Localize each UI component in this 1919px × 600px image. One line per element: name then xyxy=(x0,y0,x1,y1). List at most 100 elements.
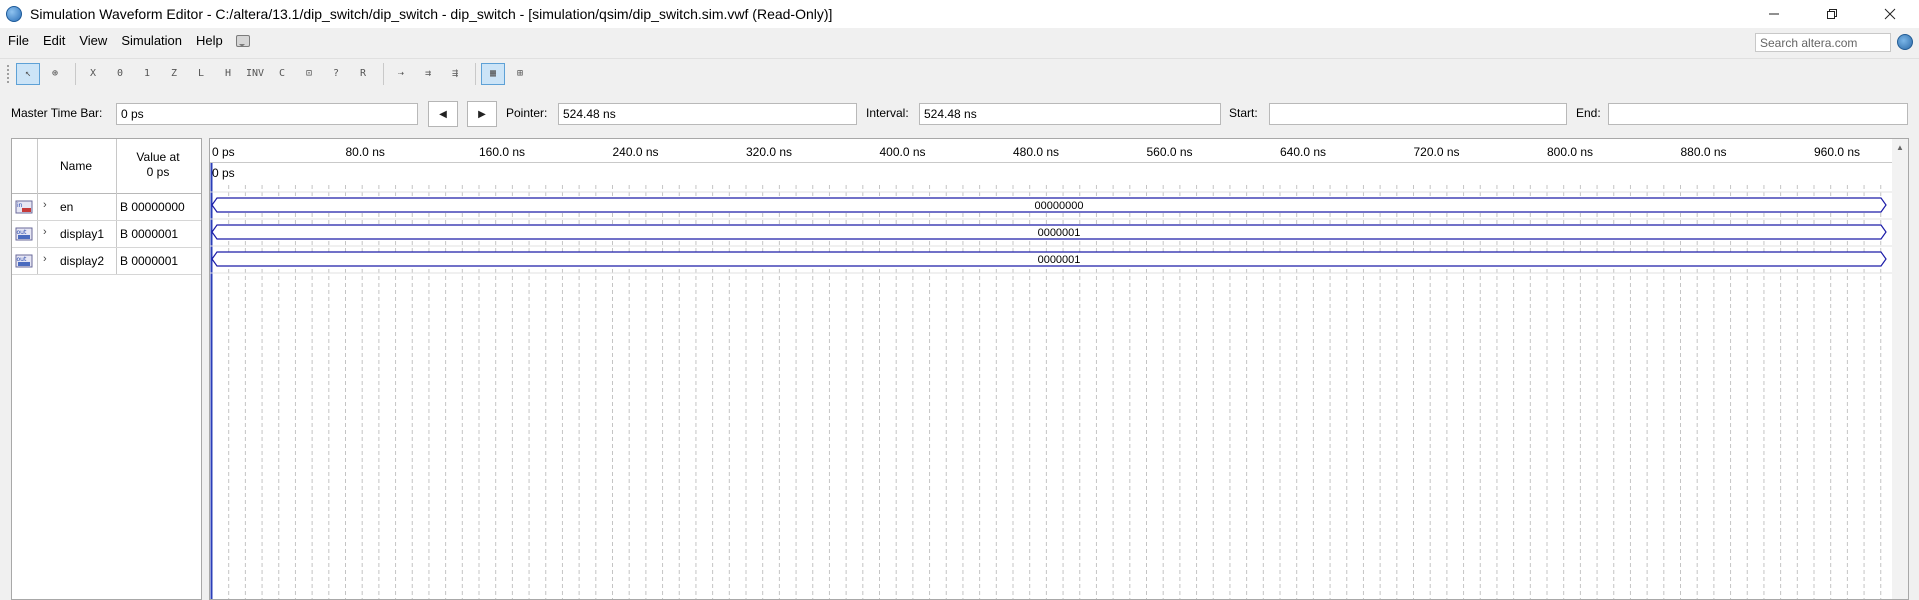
signal-row-en[interactable]: in › en B 00000000 xyxy=(12,194,201,221)
time-tick-label: 160.0 ns xyxy=(479,145,526,159)
search-input[interactable]: Search altera.com xyxy=(1755,33,1891,52)
time-tick-label: 0 ps xyxy=(212,145,235,159)
close-icon xyxy=(1884,8,1896,20)
snap-to-grid-button[interactable]: ▦ xyxy=(481,62,505,85)
zoom-tool-button[interactable]: ⊕ xyxy=(43,63,67,85)
interval-field: 524.48 ns xyxy=(919,103,1221,125)
toolbar-separator xyxy=(475,62,476,85)
random-value-button[interactable]: R xyxy=(351,63,375,85)
time-tick-label: 240.0 ns xyxy=(612,145,659,159)
svg-text:out: out xyxy=(17,256,27,263)
interval-label: Interval: xyxy=(866,106,909,120)
value-header-line2: 0 ps xyxy=(146,165,170,179)
grid-settings-icon: ⊞ xyxy=(516,68,524,79)
time-tick-label: 400.0 ns xyxy=(879,145,926,159)
clock-value-button[interactable]: ⊡ xyxy=(297,63,321,85)
toolbar: ↖ ⊕ X 0 1 Z L H INV C ⊡? R ⇢ ⇉ ⇶ ▦ ⊞ xyxy=(0,58,1919,88)
signal-list-header: Name Value at 0 ps xyxy=(12,139,201,194)
previous-transition-button[interactable]: ◀ xyxy=(428,101,458,127)
signal-value: B 0000001 xyxy=(120,254,179,268)
waveform-canvas[interactable]: 00000000 0000001 0000001 xyxy=(210,139,1894,600)
force-weak-low-icon: L xyxy=(197,68,205,79)
arbitrary-value-button[interactable]: ? xyxy=(324,63,348,85)
close-button[interactable] xyxy=(1861,0,1919,28)
title-bar: Simulation Waveform Editor - C:/altera/1… xyxy=(0,0,1919,28)
minimize-button[interactable] xyxy=(1745,0,1803,28)
force-high-impedance-icon: Z xyxy=(170,68,178,79)
expand-chevron-icon[interactable]: › xyxy=(43,253,47,265)
signal-value: B 00000000 xyxy=(120,200,185,214)
value-column-header[interactable]: Value at 0 ps xyxy=(116,150,200,180)
svg-text:out: out xyxy=(17,229,27,236)
master-time-bar-label: Master Time Bar: xyxy=(11,106,103,120)
run-functional-simulation-icon: ⇢ xyxy=(397,68,405,79)
selection-tool-icon: ↖ xyxy=(24,68,32,79)
time-bar-row: Master Time Bar: 0 ps ◀ ▶ Pointer: 524.4… xyxy=(0,101,1919,127)
selection-tool-button[interactable]: ↖ xyxy=(16,62,40,85)
input-pin-icon: in xyxy=(15,200,33,214)
globe-icon[interactable] xyxy=(1897,34,1913,50)
zoom-tool-icon: ⊕ xyxy=(51,68,59,79)
force-weak-high-button[interactable]: H xyxy=(216,63,240,85)
force-high-impedance-button[interactable]: Z xyxy=(162,63,186,85)
force-weak-high-icon: H xyxy=(224,68,232,79)
message-icon[interactable] xyxy=(235,35,250,47)
force-low-button[interactable]: 0 xyxy=(108,63,132,85)
master-time-bar-field[interactable]: 0 ps xyxy=(116,103,418,125)
time-tick-label: 880.0 ns xyxy=(1680,145,1727,159)
time-tick-label: 480.0 ns xyxy=(1013,145,1060,159)
next-transition-button[interactable]: ▶ xyxy=(467,101,497,127)
signal-row-display2[interactable]: out › display2 B 0000001 xyxy=(12,248,201,275)
minimize-icon xyxy=(1769,13,1779,15)
vertical-scrollbar[interactable]: ▲ xyxy=(1892,139,1908,599)
output-pin-icon: out xyxy=(15,227,33,241)
count-value-icon: C xyxy=(278,68,286,79)
menu-help[interactable]: Help xyxy=(189,30,230,52)
time-tick-label: 560.0 ns xyxy=(1146,145,1193,159)
force-unknown-button[interactable]: X xyxy=(81,63,105,85)
force-high-button[interactable]: 1 xyxy=(135,63,159,85)
menu-file[interactable]: File xyxy=(0,30,36,52)
scroll-up-icon[interactable]: ▲ xyxy=(1896,143,1904,152)
restore-button[interactable] xyxy=(1803,0,1861,28)
grid-settings-button[interactable]: ⊞ xyxy=(508,63,532,85)
bus-value-label: 00000000 xyxy=(1035,200,1084,212)
start-field xyxy=(1269,103,1567,125)
master-time-bar-marker-label: 0 ps xyxy=(212,166,235,180)
expand-chevron-icon[interactable]: › xyxy=(43,226,47,238)
run-timing-simulation-button[interactable]: ⇉ xyxy=(416,63,440,85)
generate-netlist-icon: ⇶ xyxy=(451,68,459,79)
bus-value-label: 0000001 xyxy=(1038,227,1081,239)
expand-chevron-icon[interactable]: › xyxy=(43,199,47,211)
invert-button[interactable]: INV xyxy=(243,63,267,85)
generate-netlist-button[interactable]: ⇶ xyxy=(443,63,467,85)
time-ruler[interactable]: 0 ps 80.0 ns 160.0 ns 240.0 ns 320.0 ns 400.0… xyxy=(210,139,1908,163)
bus-value-label: 0000001 xyxy=(1038,254,1081,266)
signal-row-display1[interactable]: out › display1 B 0000001 xyxy=(12,221,201,248)
output-pin-icon: out xyxy=(15,254,33,268)
force-weak-low-button[interactable]: L xyxy=(189,63,213,85)
random-value-icon: R xyxy=(359,68,367,79)
time-tick-label: 960.0 ns xyxy=(1814,145,1861,159)
force-high-icon: 1 xyxy=(143,68,151,79)
value-header-line1: Value at xyxy=(136,150,180,164)
run-functional-simulation-button[interactable]: ⇢ xyxy=(389,63,413,85)
force-low-icon: 0 xyxy=(116,68,124,79)
name-column-header[interactable]: Name xyxy=(60,159,92,173)
count-value-button[interactable]: C xyxy=(270,63,294,85)
menu-simulation[interactable]: Simulation xyxy=(114,30,189,52)
menu-edit[interactable]: Edit xyxy=(36,30,72,52)
menu-bar: File Edit View Simulation Help Search al… xyxy=(0,30,1919,52)
signal-value: B 0000001 xyxy=(120,227,179,241)
pointer-field: 524.48 ns xyxy=(558,103,857,125)
start-label: Start: xyxy=(1229,106,1258,120)
signal-name: display1 xyxy=(60,227,105,241)
waveform-panel[interactable]: 00000000 0000001 0000001 0 ps 80.0 ns 160.0 … xyxy=(209,138,1909,600)
window-title: Simulation Waveform Editor - C:/altera/1… xyxy=(30,6,833,22)
toolbar-separator xyxy=(75,62,76,85)
time-tick-label: 800.0 ns xyxy=(1547,145,1594,159)
run-timing-simulation-icon: ⇉ xyxy=(424,68,432,79)
time-tick-label: 640.0 ns xyxy=(1280,145,1327,159)
toolbar-grip[interactable] xyxy=(6,63,10,84)
menu-view[interactable]: View xyxy=(72,30,114,52)
